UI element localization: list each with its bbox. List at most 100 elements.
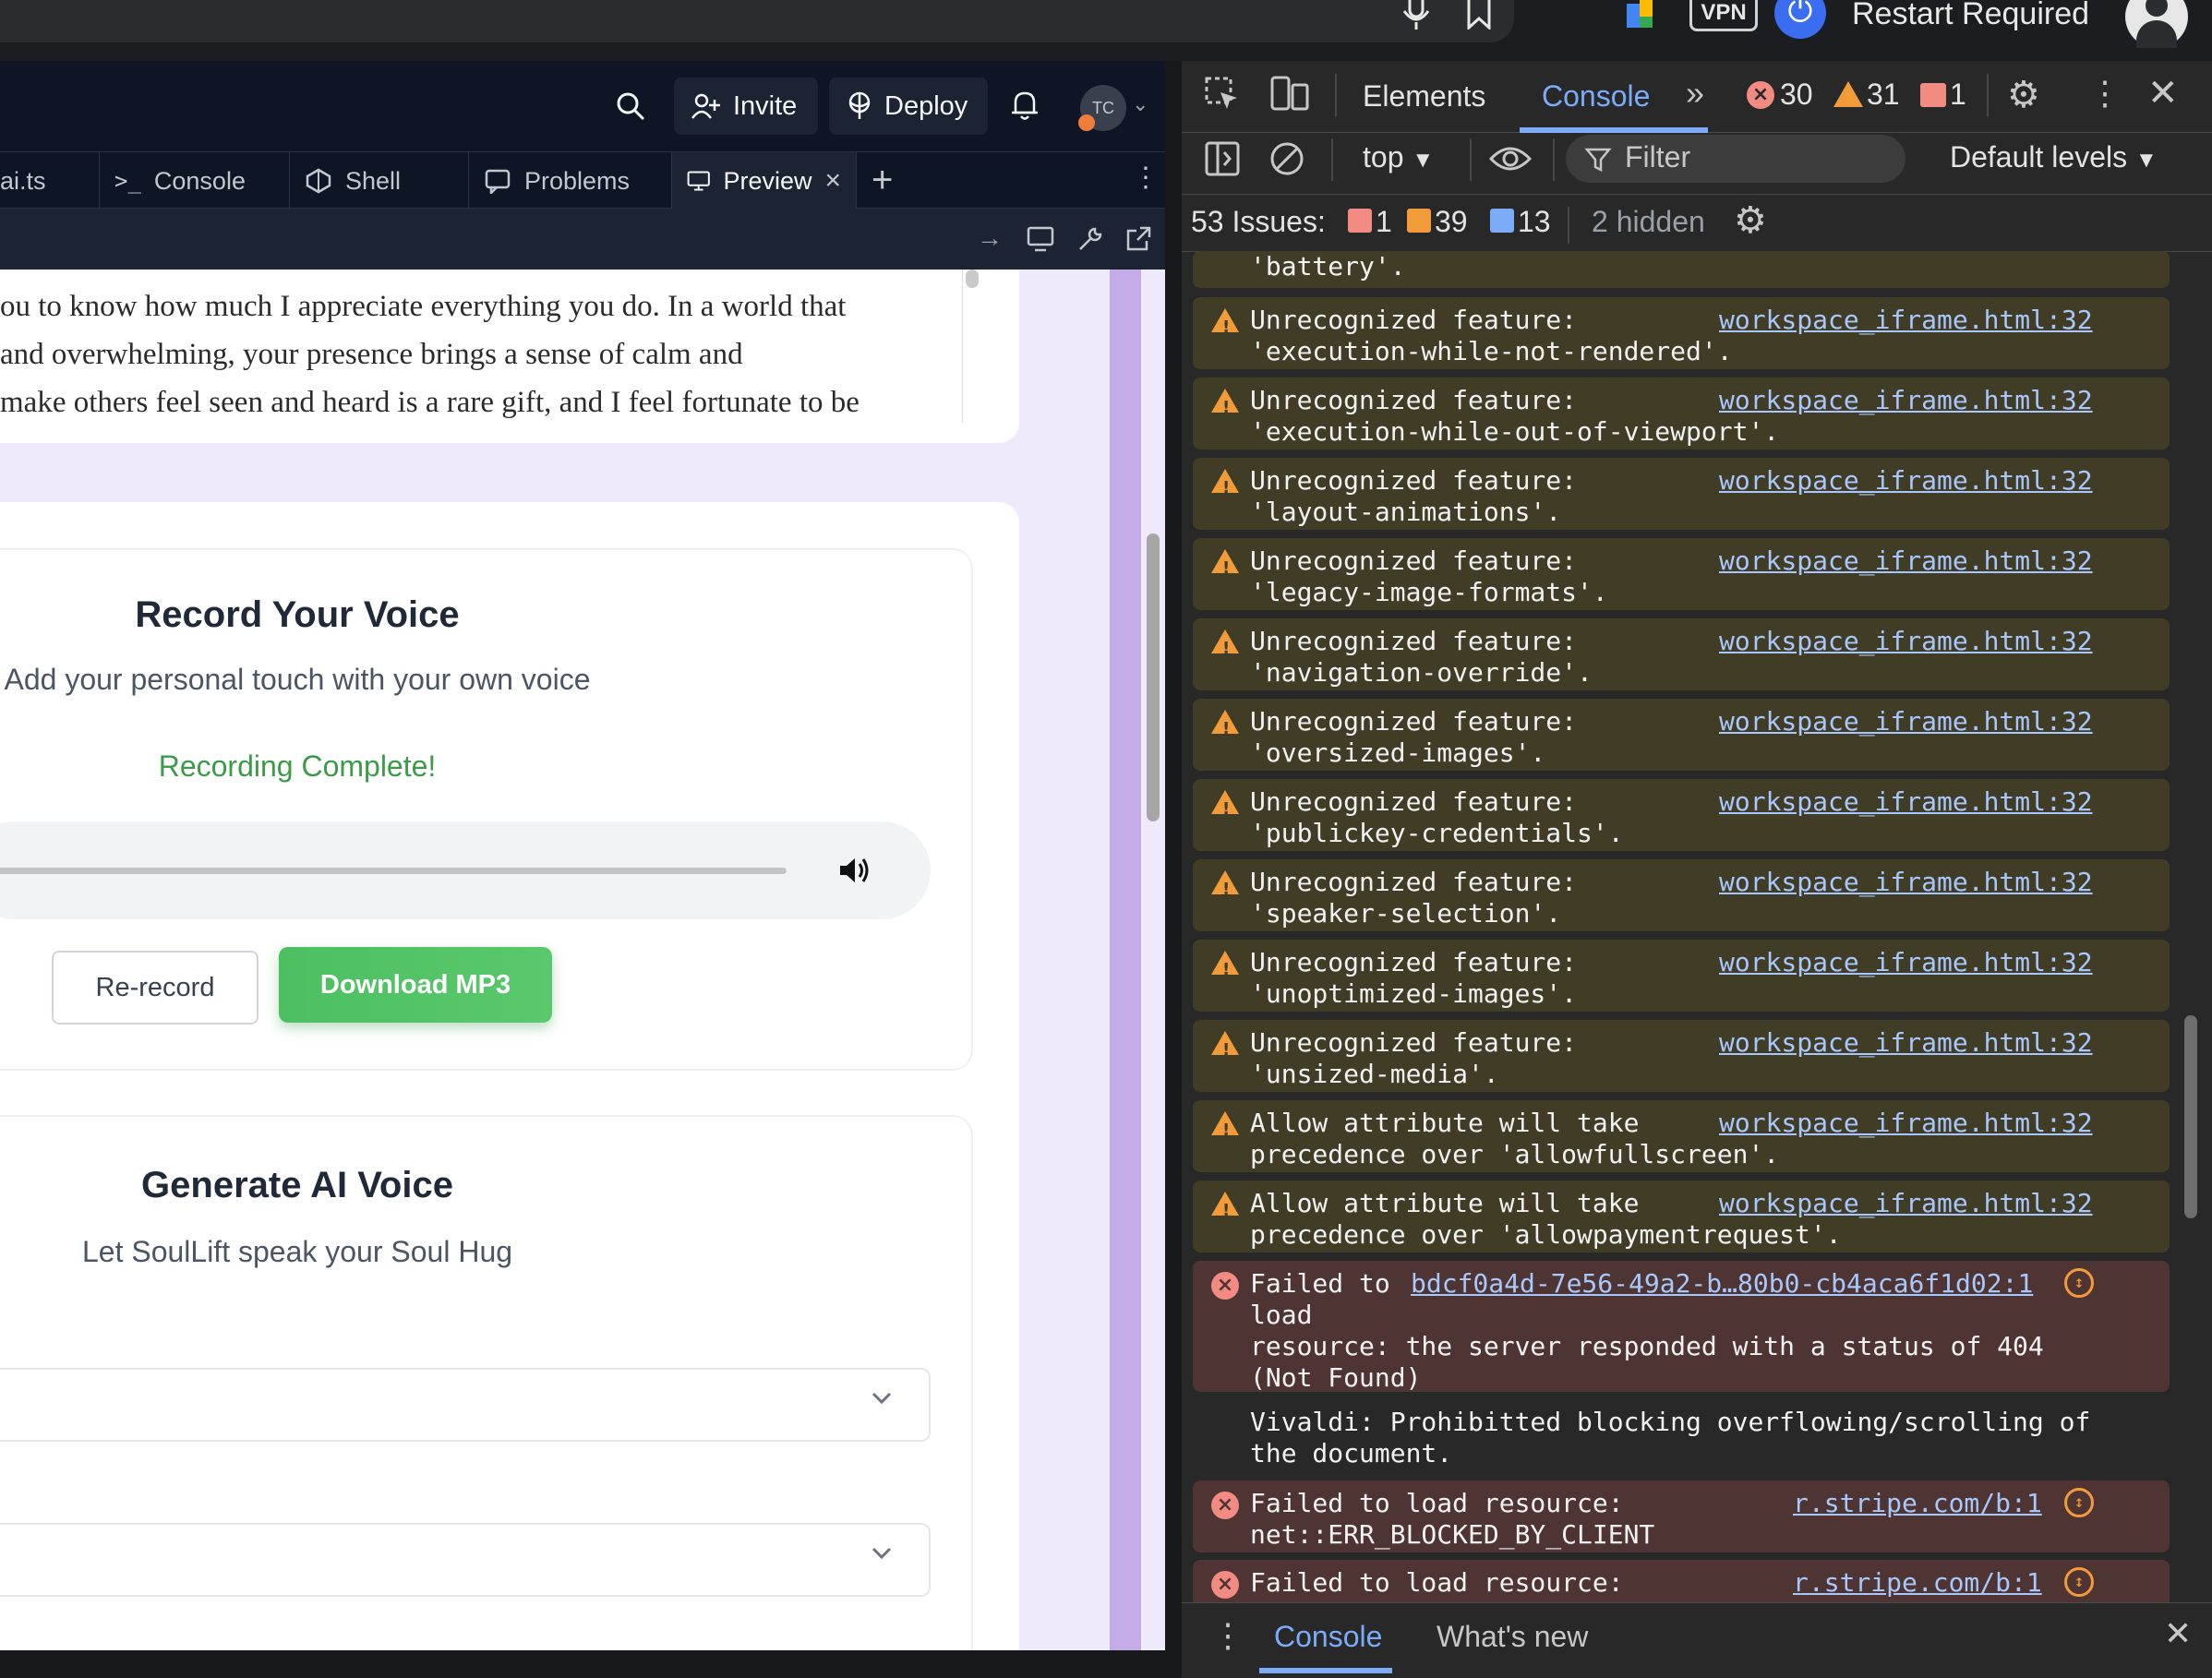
audio-player[interactable] [0,821,931,919]
console-message-warning[interactable]: Unrecognized feature:'unsized-media'. wo… [1193,1020,2170,1092]
issue-warning-icon[interactable] [1407,209,1431,233]
microphone-icon[interactable] [1400,0,1433,40]
drawer-tab-whats-new[interactable]: What's new [1437,1620,1588,1654]
console-message-warning[interactable]: Unrecognized feature:'navigation-overrid… [1193,618,2170,690]
tab-problems[interactable]: Problems [469,152,672,210]
download-mp3-button[interactable]: Download MP3 [279,947,552,1023]
preview-scrollbar[interactable] [1147,533,1160,821]
console-message-warning[interactable]: Unrecognized feature:'layout-animations'… [1193,458,2170,530]
close-icon[interactable]: × [824,165,841,197]
vpn-badge[interactable]: VPN [1689,0,1758,31]
console-message-warning[interactable]: Allow attribute will takeprecedence over… [1193,1100,2170,1172]
source-link[interactable]: r.stripe.com/b:1 [1793,1567,2042,1599]
source-link[interactable]: bdcf0a4d-7e56-49a2-b…80b0-cb4aca6f1d02:1 [1411,1268,2033,1300]
wrench-icon[interactable] [1076,225,1104,258]
tab-preview[interactable]: Preview × [672,152,857,210]
network-request-icon[interactable]: ↕ [2064,1488,2094,1517]
console-message-warning[interactable]: Allow attribute will takeprecedence over… [1193,1181,2170,1253]
source-link[interactable]: workspace_iframe.html:32 [1719,786,2093,818]
add-tab-button[interactable]: + [872,158,893,202]
console-message-warning[interactable]: Unrecognized feature:'oversized-images'.… [1193,699,2170,771]
tab-console[interactable]: Console [1542,79,1650,114]
context-select[interactable]: top ▼ [1363,140,1434,174]
network-request-icon[interactable]: ↕ [2064,1268,2094,1298]
inspect-element-icon[interactable] [1204,76,1241,117]
audio-progress-track[interactable] [0,868,787,874]
settings-gear-icon[interactable]: ⚙ [1734,199,1767,242]
console-message-warning[interactable]: Unrecognized feature:'publickey-credenti… [1193,779,2170,851]
console-message-warning[interactable]: Unrecognized feature:'execution-while-ou… [1193,378,2170,449]
restart-required-label[interactable]: Restart Required [1852,0,2089,32]
console-message-warning[interactable]: Unrecognized feature:'speaker-selection'… [1193,859,2170,931]
tab-elements[interactable]: Elements [1363,79,1485,114]
pane-divider[interactable] [1165,61,1182,1678]
console-scrollbar[interactable] [2184,1015,2197,1218]
source-link[interactable]: workspace_iframe.html:32 [1719,385,2093,416]
tab-console[interactable]: >_ Console [100,152,290,210]
network-request-icon[interactable]: ↕ [2064,1567,2094,1597]
console-message-warning[interactable]: Unrecognized feature:'legacy-image-forma… [1193,538,2170,610]
issue-error-icon[interactable] [1348,209,1372,233]
settings-gear-icon[interactable]: ⚙ [2007,74,2040,116]
error-count[interactable]: 30 [1780,78,1813,112]
drawer-tab-console[interactable]: Console [1274,1620,1382,1654]
clear-console-icon[interactable] [1268,140,1305,182]
hidden-count[interactable]: 2 hidden [1592,205,1705,239]
source-link[interactable]: workspace_iframe.html:32 [1719,626,2093,657]
console-message-error[interactable]: × Failed to load resource: the server resp… [1193,1261,2170,1393]
close-devtools-icon[interactable]: ✕ [2147,72,2179,114]
style-select[interactable] [0,1523,931,1597]
live-expression-eye-icon[interactable] [1488,144,1533,178]
source-link[interactable]: workspace_iframe.html:32 [1719,1188,2093,1219]
source-link[interactable]: workspace_iframe.html:32 [1719,305,2093,336]
issues-label[interactable]: 53 Issues: [1191,205,1326,239]
issue-error-count[interactable]: 1 [1376,205,1392,239]
arrow-right-icon[interactable]: → [977,223,1003,253]
external-link-icon[interactable] [1124,225,1152,258]
search-icon[interactable] [615,90,646,126]
warning-count-icon[interactable] [1833,81,1863,107]
source-link[interactable]: workspace_iframe.html:32 [1719,1027,2093,1059]
console-message-warning[interactable]: 'battery'. [1193,251,2170,288]
chevron-down-icon[interactable]: ⌄ [1132,92,1148,116]
warning-count[interactable]: 31 [1867,78,1900,112]
source-link[interactable]: workspace_iframe.html:32 [1719,545,2093,577]
power-icon[interactable]: ⏻ [1774,0,1826,39]
extension-icon[interactable] [1623,0,1660,36]
source-link[interactable]: workspace_iframe.html:32 [1719,1108,2093,1139]
source-link[interactable]: workspace_iframe.html:32 [1719,947,2093,978]
issue-count[interactable]: 1 [1950,78,1966,112]
issue-info-icon[interactable] [1490,209,1514,233]
more-tabs-icon[interactable]: » [1686,74,1704,113]
console-message-log[interactable]: Vivaldi: Prohibitted blocking overflowin… [1193,1399,2170,1473]
more-vertical-icon[interactable]: ⋮ [1132,162,1160,194]
close-drawer-icon[interactable]: ✕ [2164,1614,2192,1653]
console-message-warning[interactable]: Unrecognized feature:'unoptimized-images… [1193,940,2170,1012]
log-levels-select[interactable]: Default levels ▼ [1950,140,2158,174]
deploy-button[interactable]: Deploy [829,78,988,135]
more-vertical-icon[interactable]: ⋮ [1211,1616,1244,1655]
device-toolbar-icon[interactable] [1270,76,1309,115]
sidebar-toggle-icon[interactable] [1204,140,1241,182]
volume-icon[interactable] [838,855,872,891]
console-message-warning[interactable]: Unrecognized feature:'execution-while-no… [1193,297,2170,369]
more-vertical-icon[interactable]: ⋮ [2088,74,2122,113]
tab-ai-ts[interactable]: ai.ts [0,152,100,210]
bookmark-icon[interactable] [1466,0,1492,34]
tab-shell[interactable]: Shell [290,152,469,210]
issue-warning-count[interactable]: 39 [1435,205,1468,239]
source-link[interactable]: r.stripe.com/b:1 [1793,1488,2042,1519]
voice-select[interactable] [0,1368,931,1442]
issue-flag-icon[interactable] [1920,83,1946,107]
source-link[interactable]: workspace_iframe.html:32 [1719,706,2093,737]
source-link[interactable]: workspace_iframe.html:32 [1719,867,2093,898]
invite-button[interactable]: Invite [674,78,818,135]
filter-input[interactable]: Filter [1566,135,1905,183]
console-message-error[interactable]: × Failed to load resource: net::ERR_BLOCK… [1193,1480,2170,1552]
user-avatar-icon[interactable] [2125,0,2188,48]
devices-icon[interactable] [1027,225,1056,258]
rerecord-button[interactable]: Re-record [52,951,258,1025]
letter-scroll-thumb[interactable] [966,270,979,288]
error-count-icon[interactable]: × [1747,81,1774,109]
bell-icon[interactable] [1010,89,1040,126]
